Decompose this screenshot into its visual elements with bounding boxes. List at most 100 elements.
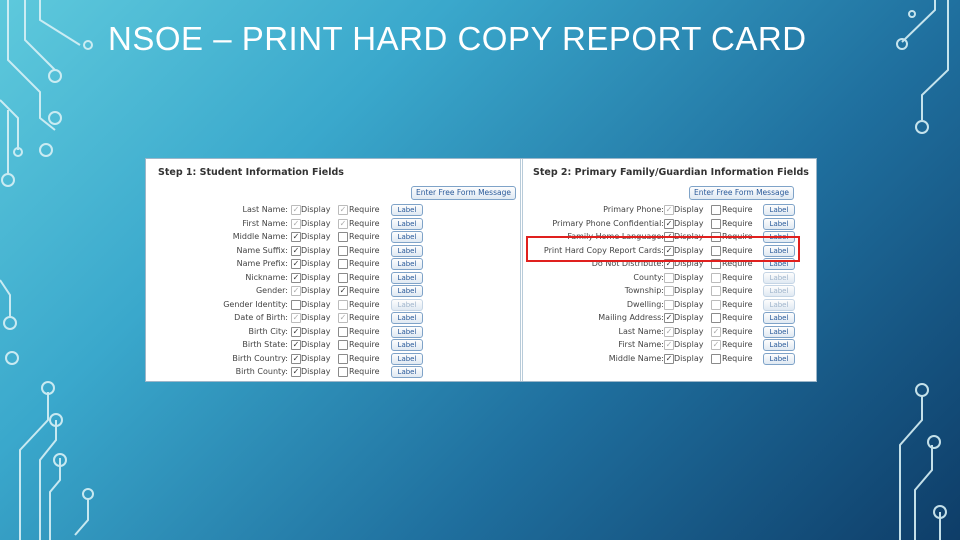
require-label: Require [349,272,380,282]
label-button[interactable]: Label [391,325,423,338]
label-button[interactable]: Label [763,298,795,311]
field-label: Last Name: [618,326,664,336]
label-button[interactable]: Label [763,217,795,230]
require-checkbox[interactable] [711,205,721,215]
display-checkbox[interactable]: ✓ [291,340,301,350]
label-button[interactable]: Label [391,204,423,216]
require-label: Require [349,299,380,309]
require-checkbox[interactable] [711,313,721,323]
require-checkbox[interactable] [338,299,348,310]
display-checkbox[interactable] [664,299,674,310]
field-label: Birth City: [248,326,288,336]
require-checkbox[interactable] [338,232,348,242]
field-row: Last Name: ✓ Display ✓ Require Label [148,203,520,216]
require-checkbox[interactable] [338,272,348,283]
field-row: First Name: ✓ Display ✓ Require Label [523,338,806,351]
require-checkbox[interactable] [711,299,721,310]
require-checkbox[interactable]: ✓ [338,205,348,215]
label-button[interactable]: Label [391,231,423,243]
label-button[interactable]: Label [391,285,423,297]
field-row: Dwelling: Display Require Label [523,298,806,311]
require-label: Require [722,326,753,336]
display-checkbox[interactable] [664,286,674,296]
step1-free-form-message-button[interactable]: Enter Free Form Message [411,186,516,200]
require-checkbox[interactable] [338,353,348,364]
step2-free-form-message-button[interactable]: Enter Free Form Message [689,186,794,200]
label-button[interactable]: Label [391,312,423,324]
field-row: County: Display Require Label [523,271,806,284]
field-label: Name Prefix: [236,259,288,268]
display-label: Display [301,218,331,228]
display-label: Display [301,272,331,282]
slide-title: NSOE – PRINT HARD COPY REPORT CARD [108,20,807,57]
display-checkbox[interactable]: ✓ [664,353,674,364]
display-checkbox[interactable]: ✓ [291,367,301,377]
label-button[interactable]: Label [391,244,423,257]
require-checkbox[interactable]: ✓ [338,218,348,229]
display-checkbox[interactable]: ✓ [664,313,674,323]
require-checkbox[interactable] [338,326,348,337]
display-checkbox[interactable]: ✓ [291,353,301,364]
field-label: County: [633,272,664,282]
display-checkbox[interactable]: ✓ [664,340,674,350]
field-label: Last Name: [242,205,288,214]
require-label: Require [722,353,753,363]
require-checkbox[interactable] [338,245,348,256]
field-row: Township: Display Require Label [523,284,806,297]
display-checkbox[interactable]: ✓ [291,205,301,215]
label-button[interactable]: Label [763,339,795,351]
label-button[interactable]: Label [763,312,795,324]
require-checkbox[interactable] [711,218,721,229]
display-checkbox[interactable]: ✓ [291,259,301,269]
require-checkbox[interactable] [711,353,721,364]
field-row: Nickname: ✓ Display Require Label [148,271,520,284]
display-checkbox[interactable]: ✓ [291,245,301,256]
display-label: Display [301,299,331,309]
label-button[interactable]: Label [391,271,423,284]
require-checkbox[interactable] [338,259,348,269]
label-button[interactable]: Label [391,366,423,378]
label-button[interactable]: Label [763,325,795,338]
require-checkbox[interactable] [711,272,721,283]
require-checkbox[interactable] [711,286,721,296]
display-checkbox[interactable]: ✓ [664,218,674,229]
require-label: Require [349,340,380,349]
label-button[interactable]: Label [763,271,795,284]
label-button[interactable]: Label [391,339,423,351]
label-button[interactable]: Label [391,352,423,365]
field-label: Nickname: [245,272,288,282]
field-label: Middle Name: [232,232,288,241]
display-checkbox[interactable]: ✓ [664,205,674,215]
require-label: Require [722,340,753,349]
label-button[interactable]: Label [391,217,423,230]
require-checkbox[interactable] [338,367,348,377]
display-checkbox[interactable]: ✓ [291,286,301,296]
label-button[interactable]: Label [391,258,423,270]
field-label: Date of Birth: [234,313,288,322]
label-button[interactable]: Label [763,285,795,297]
field-label: Birth County: [235,367,288,376]
label-button[interactable]: Label [391,298,423,311]
label-button[interactable]: Label [763,352,795,365]
display-label: Display [674,286,704,295]
field-row: Mailing Address: ✓ Display Require Label [523,311,806,324]
require-checkbox[interactable]: ✓ [711,326,721,337]
label-button[interactable]: Label [763,204,795,216]
field-label: Dwelling: [626,299,664,309]
require-label: Require [349,232,380,241]
require-checkbox[interactable]: ✓ [338,313,348,323]
display-checkbox[interactable]: ✓ [291,313,301,323]
require-checkbox[interactable]: ✓ [338,286,348,296]
display-checkbox[interactable] [291,299,301,310]
display-checkbox[interactable]: ✓ [664,326,674,337]
display-checkbox[interactable]: ✓ [291,218,301,229]
display-checkbox[interactable]: ✓ [291,326,301,337]
display-checkbox[interactable] [664,272,674,283]
display-checkbox[interactable]: ✓ [291,272,301,283]
display-checkbox[interactable]: ✓ [291,232,301,242]
require-checkbox[interactable] [338,340,348,350]
field-label: Birth Country: [232,353,288,363]
field-label: Primary Phone: [603,205,664,214]
require-checkbox[interactable]: ✓ [711,340,721,350]
display-label: Display [301,367,331,376]
